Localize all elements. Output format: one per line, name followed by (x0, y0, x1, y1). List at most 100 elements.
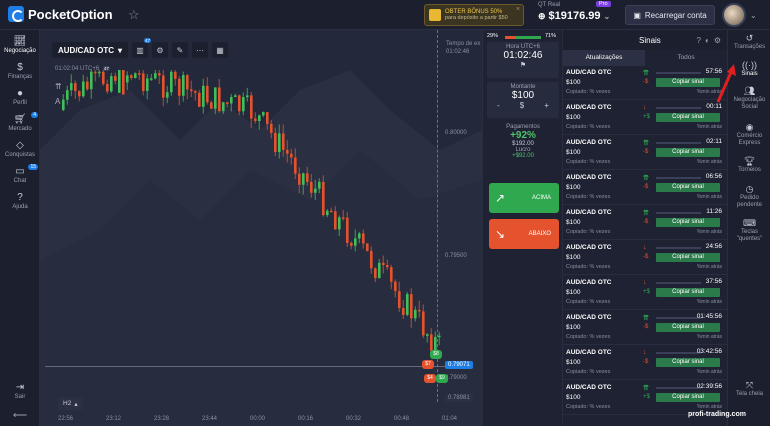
signal-time: 02:11 (706, 138, 722, 145)
signal-amount: $100 (566, 324, 581, 331)
candle-body (326, 210, 329, 216)
collapse-arrow-icon[interactable]: ⟵ (0, 410, 40, 421)
candle-body (82, 81, 85, 97)
currency-icon[interactable]: $ (520, 101, 524, 110)
help-icon[interactable]: ? (697, 36, 701, 45)
rightnav-item-hotkeys[interactable]: ⌨︎ Teclas "quentes" (728, 219, 770, 243)
sidebar-item-finance[interactable]: $ Finanças (0, 62, 40, 80)
rightnav-item-transactions[interactable]: ↺ Transações (728, 34, 770, 51)
recharge-button[interactable]: ▣ Recarregar conta (625, 5, 715, 25)
signal-progress (656, 317, 701, 319)
signal-delta: +$ (643, 114, 650, 120)
text-tool-icon[interactable]: A (55, 97, 62, 106)
copy-signal-button[interactable]: Copiar sinal (656, 113, 720, 122)
sidebar-item-help[interactable]: ? Ajuda (0, 192, 40, 210)
current-price-line (45, 366, 445, 367)
candle-body (294, 157, 297, 174)
chart-area[interactable]: AUD/CAD OTC ▾ ▥ 47 ⚙︎ ✎ ⋯ ▦ 01:02:04 UTC… (40, 30, 482, 426)
gear-icon[interactable]: ⚙︎ (714, 36, 721, 45)
trade-marker[interactable]: $8 (430, 350, 442, 359)
trade-marker[interactable]: $7 (422, 360, 434, 369)
pair-selector[interactable]: AUD/CAD OTC ▾ (52, 42, 129, 58)
rightnav-item-express[interactable]: ◉ Comércio Express (728, 123, 770, 147)
dollar-icon: $ (17, 62, 23, 73)
candle-body (430, 334, 433, 351)
sidebar-item-trading[interactable]: 📈︎ Negociação (0, 36, 40, 54)
signal-pair: AUD/CAD OTC (566, 104, 612, 111)
signal-progress (656, 177, 701, 179)
tab-updates[interactable]: Atualizações (563, 50, 645, 66)
sidebar-item-logout[interactable]: ⇥ Sair (0, 382, 40, 400)
copy-signal-button[interactable]: Copiar sinal (656, 148, 720, 157)
timeframe-label: H2 (63, 400, 72, 407)
expiry-time-box[interactable]: Hora UTC+6 01:02:46 ⚑ (487, 42, 559, 78)
candle-body (138, 73, 141, 75)
sidebar-item-chat[interactable]: ▭ 15 Chat (0, 164, 40, 184)
copy-signal-button[interactable]: Copiar sinal (656, 288, 720, 297)
sidebar-item-profile[interactable]: ● Perfil (0, 88, 40, 106)
payout-percent: +92% (510, 130, 536, 141)
signal-pair: AUD/CAD OTC (566, 314, 612, 321)
time-tick: 00:48 (394, 416, 410, 422)
candle-body (118, 70, 121, 93)
bonus-banner[interactable]: OBTER BÔNUS 50% para depósito a partir $… (424, 4, 524, 26)
amount-minus-button[interactable]: - (497, 101, 500, 110)
trade-marker[interactable]: $4 (424, 374, 436, 383)
rightnav-item-tournaments[interactable]: 🏆︎ Torneios (728, 157, 770, 174)
signal-age: %min atrás (696, 264, 722, 270)
settings-button[interactable]: ⚙︎ (152, 42, 169, 58)
pro-badge: Pro (596, 1, 611, 7)
candle-body (338, 217, 341, 230)
layout-button[interactable]: ▦ (212, 42, 229, 58)
rightnav-item-label: Torneios (738, 167, 761, 173)
info-icon[interactable]: ◐ (705, 36, 710, 45)
close-icon[interactable]: × (516, 6, 520, 13)
market-badge: 4 (31, 112, 38, 118)
rightnav-item-label: Sinais (741, 71, 758, 77)
avatar[interactable] (722, 3, 746, 27)
sidebar-item-label: Chat (13, 178, 27, 184)
rightnav-item-fullscreen[interactable]: ⤧ Tela cheia (728, 381, 770, 398)
rightnav-item-label: Tela cheia (735, 391, 764, 397)
favorite-star-icon[interactable]: ☆ (128, 7, 140, 23)
amount-plus-button[interactable]: + (544, 101, 549, 110)
candle-body (86, 81, 89, 90)
logo[interactable]: PocketOption (8, 6, 113, 22)
chevron-down-icon: ▾ (118, 45, 123, 55)
copy-signal-button[interactable]: Copiar sinal (656, 183, 720, 192)
signal-progress (656, 212, 701, 214)
sidebar-item-market[interactable]: 🛒︎ 4 Mercado (0, 112, 40, 132)
amount-value: $100 (511, 90, 535, 101)
chevron-down-icon: ⌄ (603, 11, 611, 21)
bar-chart-icon: ▥ (136, 45, 144, 55)
signal-pair: AUD/CAD OTC (566, 349, 612, 356)
copy-signal-button[interactable]: Copiar sinal (656, 253, 720, 262)
copy-signal-button[interactable]: Copiar sinal (656, 323, 720, 332)
candle-body (226, 102, 229, 104)
call-button[interactable]: ↗ ACIMA (489, 183, 559, 213)
recharge-label: Recarregar conta (644, 10, 707, 20)
trade-marker[interactable]: $9 (436, 374, 448, 383)
sidebar-item-achievements[interactable]: ◇ Conquistas (0, 140, 40, 158)
copy-signal-button[interactable]: Copiar sinal (656, 358, 720, 367)
copy-signal-button[interactable]: Copiar sinal (656, 393, 720, 402)
candle-body (438, 335, 441, 338)
signal-age: %min atrás (696, 159, 722, 165)
indicators-button[interactable]: ▥ 47 (132, 38, 152, 58)
candle-body (410, 294, 413, 319)
signal-pair: AUD/CAD OTC (566, 69, 612, 76)
copy-signal-button[interactable]: Copiar sinal (656, 218, 720, 227)
chevron-down-icon[interactable]: ⌄ (750, 11, 757, 20)
put-button[interactable]: ↘ ABAIXO (489, 219, 559, 249)
timeframe-selector[interactable]: H2 ▴ (58, 397, 83, 410)
amount-box[interactable]: Montante $100 - $ + (487, 82, 559, 118)
more-button[interactable]: ⋯ (192, 42, 209, 58)
utc-badge: 47 (102, 66, 110, 71)
signal-arrows-icon[interactable]: ⇈ (55, 82, 62, 91)
signal-amount: $100 (566, 359, 581, 366)
signal-amount: $100 (566, 79, 581, 86)
rightnav-item-pending[interactable]: ◷ Pedido pendente (728, 185, 770, 209)
candle-body (190, 89, 193, 92)
draw-button[interactable]: ✎ (172, 42, 189, 58)
account-selector[interactable]: QT Real Pro ⊕ $19176.99 ⌄ (538, 1, 611, 22)
